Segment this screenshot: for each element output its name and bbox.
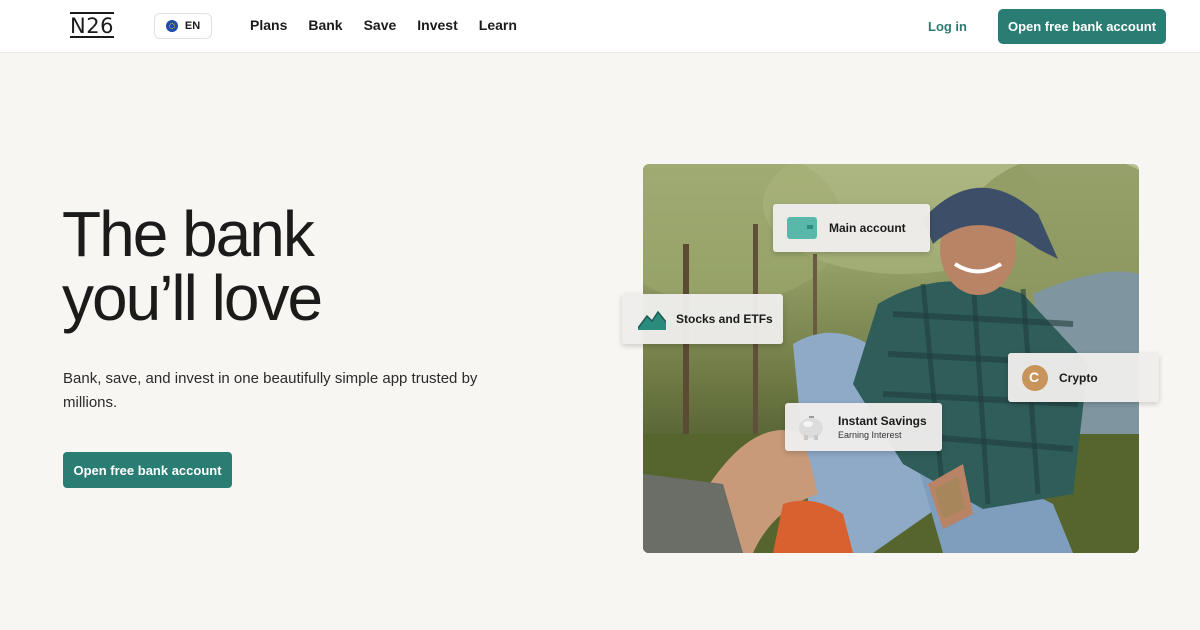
piggy-bank-icon — [799, 416, 823, 440]
coin-icon — [1022, 364, 1048, 391]
savings-subtitle: Earning Interest — [838, 430, 902, 440]
main-account-label: Main account — [829, 221, 906, 235]
instant-savings-card: Instant Savings Earning Interest — [785, 403, 942, 451]
nav-item-plans[interactable]: Plans — [250, 17, 287, 33]
stocks-label: Stocks and ETFs — [676, 312, 773, 326]
hero-title: The bank you’ll love — [62, 202, 542, 330]
hero-open-account-button[interactable]: Open free bank account — [63, 452, 232, 488]
header-open-account-button[interactable]: Open free bank account — [998, 9, 1166, 44]
savings-title: Instant Savings — [838, 414, 927, 428]
hero-title-line-2: you’ll love — [62, 262, 323, 334]
language-label: EN — [184, 20, 201, 32]
login-link[interactable]: Log in — [928, 19, 967, 34]
hero-title-line-1: The bank — [62, 198, 315, 270]
mountain-chart-icon — [638, 310, 666, 330]
stocks-card: Stocks and ETFs — [622, 294, 783, 344]
top-navigation: N26 EN Plans Bank Save Invest Learn Log … — [0, 0, 1200, 53]
eu-flag-icon — [165, 20, 178, 32]
language-selector[interactable]: EN — [154, 13, 212, 39]
n26-logo[interactable]: N26 — [70, 12, 114, 38]
nav-item-bank[interactable]: Bank — [308, 17, 342, 33]
nav-item-learn[interactable]: Learn — [479, 17, 517, 33]
wallet-icon — [787, 217, 817, 239]
main-nav: Plans Bank Save Invest Learn — [250, 17, 538, 33]
nav-item-invest[interactable]: Invest — [417, 17, 457, 33]
crypto-label: Crypto — [1059, 370, 1098, 385]
savings-text: Instant Savings Earning Interest — [838, 414, 927, 440]
nav-item-save[interactable]: Save — [364, 17, 397, 33]
hero-subtitle: Bank, save, and invest in one beautifull… — [63, 370, 478, 411]
main-account-card: Main account — [773, 204, 930, 252]
crypto-card: Crypto — [1008, 353, 1159, 402]
